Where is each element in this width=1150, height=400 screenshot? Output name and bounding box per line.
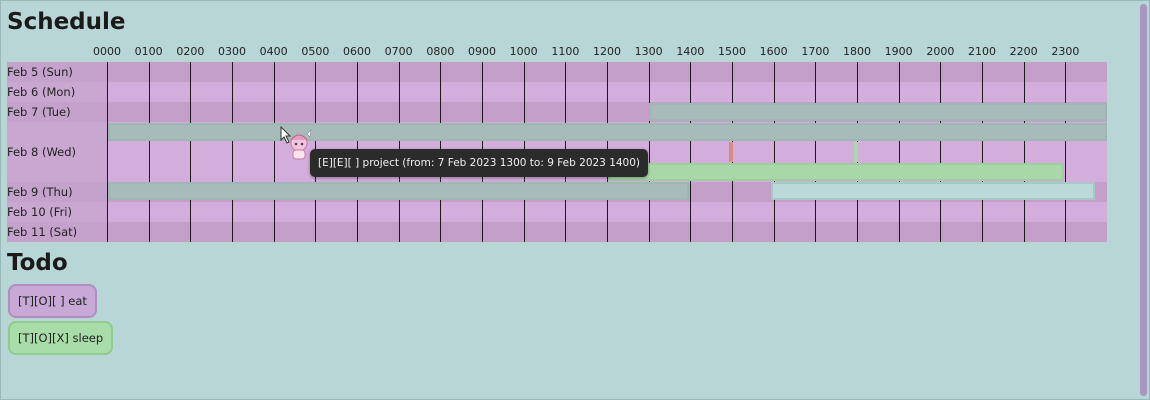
- app-window: Schedule 0000 0100 0200 0300 0400 0500 0600 070…: [0, 0, 1150, 400]
- hour-gridline: [690, 62, 692, 242]
- todo-item-label: [T][O][X] sleep: [18, 331, 104, 345]
- todo-item-label: [T][O][ ] eat: [18, 294, 87, 308]
- hour-gridline: [982, 62, 983, 242]
- hour-label: 1100: [551, 45, 580, 58]
- vertical-scrollbar[interactable]: [1140, 4, 1147, 396]
- event-bar-green[interactable]: [608, 163, 1064, 181]
- hour-label: 0400: [259, 45, 288, 58]
- hour-label: 0500: [301, 45, 330, 58]
- hour-header: 0000 0100 0200 0300 0400 0500 0600 0700 0800 0900…: [1, 45, 1111, 61]
- hour-gridline: [232, 62, 233, 242]
- hour-label: 1300: [634, 45, 663, 58]
- hour-label: 1600: [759, 45, 788, 58]
- event-bar-project[interactable]: [108, 123, 1107, 141]
- hour-gridline: [940, 62, 942, 242]
- pet-cursor-icon: [280, 126, 312, 160]
- hour-label: 2100: [968, 45, 996, 58]
- schedule-title: Schedule: [7, 9, 126, 35]
- hour-label: 0100: [134, 45, 163, 58]
- event-bar-project[interactable]: [649, 103, 1107, 121]
- hour-label: 0900: [468, 45, 496, 58]
- hour-label: 1800: [843, 45, 871, 58]
- hour-gridline: [1065, 62, 1067, 242]
- hour-label: 0600: [343, 45, 371, 58]
- todo-item-sleep[interactable]: [T][O][X] sleep: [8, 321, 114, 355]
- hour-label: 1400: [676, 45, 705, 58]
- hour-label: 0300: [218, 45, 246, 58]
- day-label: Feb 11 (Sat): [7, 222, 107, 242]
- hour-gridline: [107, 62, 108, 242]
- hour-label: 1700: [801, 45, 830, 58]
- hour-label: 2300: [1051, 45, 1080, 58]
- hour-gridline: [648, 62, 650, 242]
- day-label: Feb 10 (Fri): [7, 202, 107, 222]
- hour-gridline: [190, 62, 192, 242]
- event-marker-green[interactable]: [854, 142, 858, 162]
- hour-label: 0000: [93, 45, 121, 58]
- todo-title: Todo: [7, 250, 68, 276]
- hour-label: 0800: [426, 45, 455, 58]
- hour-label: 2200: [1009, 45, 1038, 58]
- hour-gridline: [898, 62, 900, 242]
- hour-gridline: [273, 62, 275, 242]
- day-label: Feb 8 (Wed): [7, 122, 107, 182]
- hour-gridline: [773, 62, 775, 242]
- todo-item-eat[interactable]: [T][O][ ] eat: [8, 284, 97, 318]
- hour-label: 0200: [176, 45, 205, 58]
- hour-label: 1200: [593, 45, 621, 58]
- event-bar-light[interactable]: [771, 182, 1095, 200]
- event-tooltip: [E][E][ ] project (from: 7 Feb 2023 1300…: [310, 149, 649, 177]
- hour-gridline: [148, 62, 150, 242]
- hour-label: 2000: [926, 45, 955, 58]
- hour-label: 1900: [884, 45, 913, 58]
- day-label: Feb 7 (Tue): [7, 102, 107, 122]
- hour-label: 0700: [384, 45, 413, 58]
- hour-gridline: [815, 62, 817, 242]
- event-bar-project[interactable]: [108, 182, 689, 200]
- day-label: Feb 5 (Sun): [7, 62, 107, 82]
- day-label: Feb 6 (Mon): [7, 82, 107, 102]
- day-label: Feb 9 (Thu): [7, 182, 107, 202]
- hour-label: 1000: [509, 45, 538, 58]
- event-marker-red[interactable]: [729, 142, 733, 162]
- hour-label: 1500: [718, 45, 746, 58]
- hour-gridline: [1023, 62, 1025, 242]
